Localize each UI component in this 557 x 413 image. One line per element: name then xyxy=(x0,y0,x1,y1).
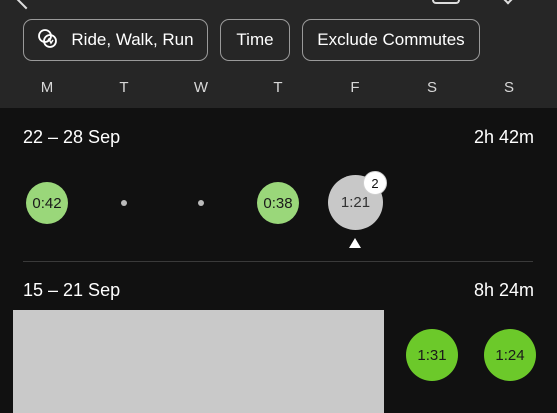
activity-day-circle[interactable]: 0:38 xyxy=(257,182,299,224)
week-total-time: 2h 42m xyxy=(473,127,534,147)
time-filter-button[interactable]: Time xyxy=(220,19,290,61)
weekday-saturday: S xyxy=(426,79,437,96)
sport-filter-label: Ride, Walk, Run xyxy=(71,30,194,49)
activity-day-circle[interactable]: 1:24 xyxy=(484,329,536,381)
chevron-down-icon[interactable] xyxy=(499,0,517,5)
week-total-time: 8h 24m xyxy=(473,280,534,300)
week-range-label: 15 – 21 Sep xyxy=(23,280,121,300)
weekday-thursday: T xyxy=(273,79,283,96)
weekday-friday: F xyxy=(350,79,360,96)
no-activity-dot xyxy=(198,200,204,206)
weekday-tuesday: T xyxy=(119,79,129,96)
week-range-label: 22 – 28 Sep xyxy=(23,127,121,147)
week-divider xyxy=(23,261,533,262)
back-icon[interactable] xyxy=(14,0,38,10)
calendar-icon[interactable] xyxy=(432,0,460,4)
activity-map-placeholder[interactable] xyxy=(13,310,384,413)
activity-day-circle[interactable]: 0:42 xyxy=(26,182,68,224)
exclude-commutes-label: Exclude Commutes xyxy=(317,30,465,49)
no-activity-dot xyxy=(121,200,127,206)
weekday-wednesday: W xyxy=(193,79,209,96)
sport-icon xyxy=(38,29,58,48)
activity-day-circle[interactable]: 1:31 xyxy=(406,329,458,381)
weekday-monday: M xyxy=(40,79,54,96)
weekday-sunday: S xyxy=(503,79,514,96)
exclude-commutes-button[interactable]: Exclude Commutes xyxy=(302,19,480,61)
time-filter-label: Time xyxy=(236,30,274,49)
selected-day-marker xyxy=(349,238,361,248)
filter-header: Ride, Walk, Run Time Exclude Commutes M … xyxy=(0,0,557,108)
sport-filter-button[interactable]: Ride, Walk, Run xyxy=(23,19,208,61)
activity-count-badge: 2 xyxy=(363,171,387,195)
